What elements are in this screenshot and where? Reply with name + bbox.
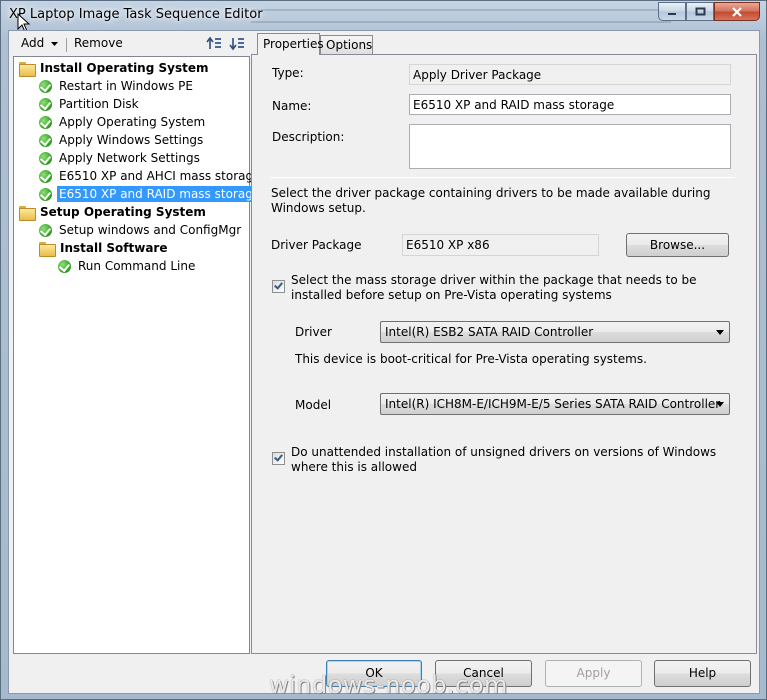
tree-item-ahci-mass-storage[interactable]: E6510 XP and AHCI mass storage (39, 167, 263, 185)
tree-item-label: Install Software (60, 241, 168, 255)
driver-package-field: E6510 XP x86 (402, 234, 599, 256)
tree-item-label: Restart in Windows PE (59, 79, 193, 93)
tree-item-label: Setup Operating System (40, 205, 206, 219)
move-up-icon[interactable] (206, 35, 224, 53)
driver-package-label: Driver Package (271, 238, 362, 252)
folder-icon (19, 61, 36, 77)
folder-icon (39, 241, 56, 257)
tree-item-label: E6510 XP and RAID mass storage (57, 186, 263, 202)
tree-item-partition-disk[interactable]: Partition Disk (39, 95, 141, 113)
check-icon (39, 187, 52, 201)
boot-critical-text: This device is boot-critical for Pre-Vis… (295, 352, 647, 366)
name-field[interactable]: E6510 XP and RAID mass storage (409, 94, 731, 115)
check-icon (39, 169, 52, 183)
check-icon (39, 151, 52, 165)
tree-item-label: Apply Operating System (59, 115, 206, 129)
check-icon (39, 223, 52, 237)
tree-item-restart-winpe[interactable]: Restart in Windows PE (39, 77, 195, 95)
tab-options[interactable]: Options (320, 35, 373, 55)
move-down-icon[interactable] (229, 35, 247, 53)
chevron-down-icon (716, 402, 724, 407)
description-field[interactable] (409, 124, 731, 169)
maximize-icon (695, 7, 705, 16)
browse-button[interactable]: Browse... (626, 233, 729, 257)
tree-group-install-os[interactable]: Install Operating System (19, 59, 210, 77)
driver-dropdown-value: Intel(R) ESB2 SATA RAID Controller (385, 325, 594, 339)
dropdown-arrow-icon (51, 41, 59, 46)
tree-item-setup-windows-configmgr[interactable]: Setup windows and ConfigMgr (39, 221, 243, 239)
remove-button[interactable]: Remove (74, 36, 123, 50)
tree-item-label: Install Operating System (40, 61, 209, 75)
apply-button: Apply (545, 660, 642, 687)
tree-item-label: E6510 XP and AHCI mass storage (59, 169, 261, 183)
check-icon (39, 97, 52, 111)
check-icon (39, 79, 52, 93)
check-icon (58, 259, 71, 273)
tree-group-setup-os[interactable]: Setup Operating System (19, 203, 208, 221)
window-title: XP Laptop Image Task Sequence Editor (9, 7, 263, 22)
model-label: Model (295, 398, 332, 412)
tree-item-apply-network-settings[interactable]: Apply Network Settings (39, 149, 202, 167)
chevron-down-icon (716, 330, 724, 335)
model-dropdown[interactable]: Intel(R) ICH8M-E/ICH9M-E/5 Series SATA R… (380, 393, 730, 415)
tree-group-install-software[interactable]: Install Software (39, 239, 169, 257)
tree-item-apply-os[interactable]: Apply Operating System (39, 113, 207, 131)
check-icon (39, 133, 52, 147)
task-sequence-editor-window: XP Laptop Image Task Sequence Editor Add (0, 0, 767, 700)
client-area: Add Remove Install Operating System Rest… (8, 30, 760, 694)
folder-icon (19, 205, 36, 221)
type-field: Apply Driver Package (409, 64, 731, 85)
close-icon (732, 6, 742, 17)
tree-item-run-command-line[interactable]: Run Command Line (58, 257, 197, 275)
add-menu-button[interactable]: Add (21, 36, 59, 50)
help-button[interactable]: Help (654, 660, 751, 687)
caption-buttons (658, 2, 760, 21)
minimize-icon (668, 12, 676, 15)
task-sequence-pane: Add Remove Install Operating System Rest… (9, 31, 263, 654)
driver-dropdown[interactable]: Intel(R) ESB2 SATA RAID Controller (380, 321, 730, 343)
properties-panel: Type: Apply Driver Package Name: E6510 X… (251, 54, 757, 654)
name-label: Name: (272, 99, 312, 113)
tab-properties[interactable]: Properties (257, 33, 324, 55)
maximize-button[interactable] (686, 2, 714, 21)
tree-item-apply-windows-settings[interactable]: Apply Windows Settings (39, 131, 205, 149)
background-window-ghost (251, 3, 671, 29)
tree-toolbar: Add Remove (13, 33, 249, 55)
title-bar[interactable]: XP Laptop Image Task Sequence Editor (1, 1, 766, 33)
tree-item-raid-mass-storage[interactable]: E6510 XP and RAID mass storage (39, 185, 263, 203)
mass-storage-label: Select the mass storage driver within th… (291, 273, 697, 302)
watermark: windows-noob.com (269, 671, 508, 699)
close-button[interactable] (714, 2, 760, 21)
driver-label: Driver (295, 325, 332, 339)
driver-package-instructions: Select the driver package containing dri… (271, 186, 711, 215)
tree-item-label: Setup windows and ConfigMgr (59, 223, 242, 237)
mass-storage-checkbox[interactable] (272, 280, 285, 293)
check-icon (39, 115, 52, 129)
type-label: Type: (272, 66, 304, 80)
add-label: Add (21, 36, 45, 50)
checkmark-icon (274, 452, 283, 462)
tree-item-label: Apply Network Settings (59, 151, 200, 165)
minimize-button[interactable] (658, 2, 686, 21)
toolbar-separator (66, 38, 67, 52)
tree-item-label: Run Command Line (78, 259, 196, 273)
checkmark-icon (274, 280, 283, 290)
task-sequence-tree[interactable]: Install Operating System Restart in Wind… (13, 56, 263, 654)
unsigned-drivers-label: Do unattended installation of unsigned d… (291, 445, 717, 474)
model-dropdown-value: Intel(R) ICH8M-E/ICH9M-E/5 Series SATA R… (385, 397, 721, 411)
tree-item-label: Apply Windows Settings (59, 133, 204, 147)
description-label: Description: (272, 130, 345, 144)
separator (270, 177, 735, 178)
tree-item-label: Partition Disk (59, 97, 139, 111)
unsigned-drivers-checkbox[interactable] (272, 452, 285, 465)
